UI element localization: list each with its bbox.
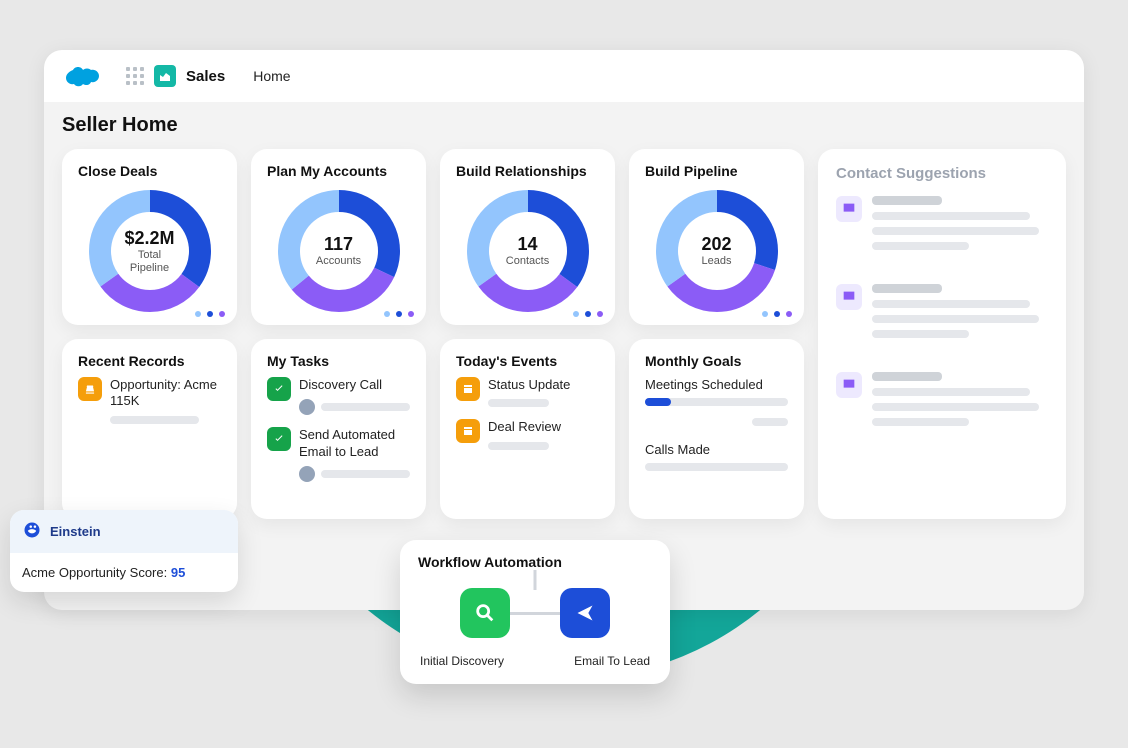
goal-progress	[645, 398, 788, 406]
task-text: Send Automated Email to Lead	[299, 427, 410, 460]
metrics-row: Close Deals $2.2M TotalPipeline Plan My …	[62, 149, 804, 325]
contact-icon	[836, 196, 862, 222]
sales-app-icon	[154, 65, 176, 87]
card-pager[interactable]	[762, 311, 792, 317]
task-text: Discovery Call	[299, 377, 410, 393]
metric-card-1[interactable]: Plan My Accounts 117 Accounts	[251, 149, 426, 325]
workflow-title: Workflow Automation	[418, 554, 652, 570]
einstein-text: Acme Opportunity Score:	[22, 565, 171, 580]
einstein-insight-card[interactable]: Einstein Acme Opportunity Score: 95	[10, 510, 238, 592]
list-item[interactable]: Status Update	[456, 377, 599, 407]
content-area: Seller Home Close Deals $2.2M TotalPipel…	[44, 102, 1084, 531]
contact-suggestion-item[interactable]	[836, 284, 1048, 338]
recent-records-card[interactable]: Recent Records Opportunity: Acme 115K	[62, 339, 237, 519]
my-tasks-card[interactable]: My Tasks Discovery Call	[251, 339, 426, 519]
contact-suggestions-card[interactable]: Contact Suggestions	[818, 149, 1066, 519]
checkbox-icon[interactable]	[267, 377, 291, 401]
metric-title: Build Relationships	[456, 163, 599, 179]
lists-row: Recent Records Opportunity: Acme 115K	[62, 339, 804, 519]
einstein-icon	[22, 520, 42, 543]
workflow-diagram	[418, 578, 652, 648]
list-item[interactable]: Discovery Call	[267, 377, 410, 415]
event-text: Deal Review	[488, 419, 599, 435]
metric-value: 202	[701, 234, 731, 255]
workflow-connector	[534, 570, 537, 590]
goal-label: Calls Made	[645, 442, 788, 457]
contact-icon	[836, 284, 862, 310]
todays-events-card[interactable]: Today's Events Status Update	[440, 339, 615, 519]
record-text: Opportunity: Acme 115K	[110, 377, 221, 410]
placeholder-line	[488, 442, 549, 450]
einstein-header: Einstein	[10, 510, 238, 553]
metric-value: 14	[517, 234, 537, 255]
list-item[interactable]: Opportunity: Acme 115K	[78, 377, 221, 424]
nav-bar: Sales Home	[116, 58, 1066, 94]
placeholder-line	[321, 403, 410, 411]
goal-progress	[645, 463, 788, 471]
metric-card-2[interactable]: Build Relationships 14 Contacts	[440, 149, 615, 325]
list-item[interactable]: Deal Review	[456, 419, 599, 449]
metric-card-3[interactable]: Build Pipeline 202 Leads	[629, 149, 804, 325]
calendar-icon	[456, 377, 480, 401]
contact-suggestion-item[interactable]	[836, 196, 1048, 250]
calendar-icon	[456, 419, 480, 443]
opportunity-icon	[78, 377, 102, 401]
list-item[interactable]: Send Automated Email to Lead	[267, 427, 410, 482]
workflow-label-1: Initial Discovery	[420, 654, 504, 668]
einstein-score: 95	[171, 565, 185, 580]
checkbox-icon[interactable]	[267, 427, 291, 451]
card-pager[interactable]	[195, 311, 225, 317]
goal-label: Meetings Scheduled	[645, 377, 788, 392]
workflow-node-discovery[interactable]	[460, 588, 510, 638]
nav-tab-home[interactable]: Home	[253, 68, 290, 84]
workflow-label-2: Email To Lead	[574, 654, 650, 668]
donut-chart: $2.2M TotalPipeline	[86, 187, 214, 315]
einstein-body: Acme Opportunity Score: 95	[10, 553, 238, 592]
metric-card-0[interactable]: Close Deals $2.2M TotalPipeline	[62, 149, 237, 325]
my-tasks-title: My Tasks	[267, 353, 410, 369]
donut-chart: 202 Leads	[653, 187, 781, 315]
app-name: Sales	[186, 68, 225, 85]
contacts-title: Contact Suggestions	[836, 165, 1048, 182]
einstein-title: Einstein	[50, 524, 101, 539]
metric-value: $2.2M	[124, 228, 174, 249]
app-launcher-icon[interactable]	[126, 67, 144, 85]
monthly-goals-card[interactable]: Monthly Goals Meetings Scheduled Calls M…	[629, 339, 804, 519]
metric-value: 117	[324, 234, 353, 255]
metric-title: Plan My Accounts	[267, 163, 410, 179]
card-pager[interactable]	[573, 311, 603, 317]
donut-chart: 117 Accounts	[275, 187, 403, 315]
salesforce-logo	[62, 62, 102, 90]
card-pager[interactable]	[384, 311, 414, 317]
recent-records-title: Recent Records	[78, 353, 221, 369]
events-title: Today's Events	[456, 353, 599, 369]
avatar	[299, 466, 315, 482]
workflow-connector	[510, 612, 560, 615]
contact-suggestion-item[interactable]	[836, 372, 1048, 426]
contact-icon	[836, 372, 862, 398]
placeholder-line	[321, 470, 410, 478]
avatar	[299, 399, 315, 415]
metric-title: Close Deals	[78, 163, 221, 179]
goals-title: Monthly Goals	[645, 353, 788, 369]
page-title: Seller Home	[62, 114, 1066, 137]
placeholder-line	[488, 399, 549, 407]
top-bar: Sales Home	[44, 50, 1084, 102]
placeholder-line	[752, 418, 788, 426]
donut-chart: 14 Contacts	[464, 187, 592, 315]
event-text: Status Update	[488, 377, 599, 393]
workflow-node-email[interactable]	[560, 588, 610, 638]
metric-title: Build Pipeline	[645, 163, 788, 179]
workflow-automation-card[interactable]: Workflow Automation Initial Discovery Em…	[400, 540, 670, 684]
placeholder-line	[110, 416, 199, 424]
